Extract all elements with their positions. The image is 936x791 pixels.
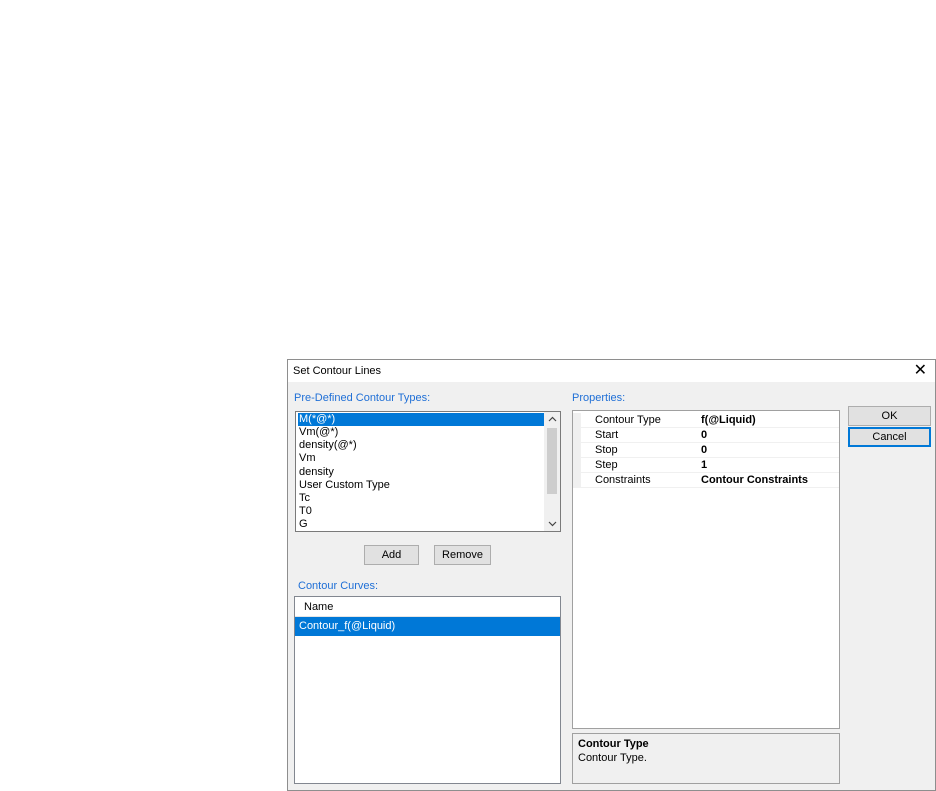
property-row-step[interactable]: Step 1 bbox=[573, 458, 839, 473]
property-name: Stop bbox=[595, 444, 618, 456]
properties-label: Properties: bbox=[572, 392, 626, 404]
property-value[interactable]: 1 bbox=[701, 458, 707, 473]
list-item[interactable]: density(@*) bbox=[298, 439, 546, 452]
property-value[interactable]: Contour Constraints bbox=[701, 473, 808, 488]
ok-button[interactable]: OK bbox=[848, 406, 931, 426]
property-value[interactable]: f(@Liquid) bbox=[701, 413, 756, 428]
remove-button[interactable]: Remove bbox=[434, 545, 491, 565]
row-gutter bbox=[573, 428, 581, 442]
property-row-stop[interactable]: Stop 0 bbox=[573, 443, 839, 458]
name-column-header[interactable]: Name bbox=[295, 597, 560, 617]
list-item[interactable]: Vm(@*) bbox=[298, 426, 546, 439]
dialog-title: Set Contour Lines bbox=[293, 365, 382, 377]
property-value[interactable]: 0 bbox=[701, 428, 707, 443]
contour-curves-list[interactable]: Name Contour_f(@Liquid) bbox=[294, 596, 561, 784]
property-name: Step bbox=[595, 459, 618, 471]
properties-grid: Contour Type f(@Liquid) Start 0 Stop 0 S… bbox=[572, 410, 840, 729]
row-gutter bbox=[573, 413, 581, 427]
row-gutter bbox=[573, 473, 581, 487]
listbox-scrollbar[interactable] bbox=[544, 412, 560, 531]
scrollbar-thumb[interactable] bbox=[547, 428, 557, 494]
property-row-contour-type[interactable]: Contour Type f(@Liquid) bbox=[573, 413, 839, 428]
predefined-types-label: Pre-Defined Contour Types: bbox=[294, 392, 431, 404]
list-item[interactable]: Vm bbox=[298, 452, 546, 465]
list-item[interactable]: G bbox=[298, 518, 546, 531]
list-item[interactable]: density bbox=[298, 466, 546, 479]
property-value[interactable]: 0 bbox=[701, 443, 707, 458]
list-item[interactable]: M(*@*) bbox=[298, 413, 546, 426]
cancel-button[interactable]: Cancel bbox=[848, 427, 931, 447]
scroll-up-icon[interactable] bbox=[544, 412, 560, 426]
contour-curves-label: Contour Curves: bbox=[298, 580, 379, 592]
row-gutter bbox=[573, 458, 581, 472]
list-item[interactable]: User Custom Type bbox=[298, 479, 546, 492]
predefined-types-listbox[interactable]: M(*@*) Vm(@*) density(@*) Vm density Use… bbox=[295, 411, 561, 532]
description-title: Contour Type bbox=[578, 738, 649, 750]
close-icon[interactable]: ✕ bbox=[914, 362, 927, 380]
table-row[interactable]: Contour_f(@Liquid) bbox=[295, 617, 560, 636]
row-gutter bbox=[573, 443, 581, 457]
property-name: Constraints bbox=[595, 474, 651, 486]
list-item[interactable]: T0 bbox=[298, 505, 546, 518]
title-bar: Set Contour Lines ✕ bbox=[288, 360, 935, 382]
scroll-down-icon[interactable] bbox=[544, 517, 560, 531]
description-text: Contour Type. bbox=[578, 752, 647, 764]
property-description-panel: Contour Type Contour Type. bbox=[572, 733, 840, 784]
property-name: Contour Type bbox=[595, 414, 661, 426]
property-row-start[interactable]: Start 0 bbox=[573, 428, 839, 443]
list-item[interactable]: Tc bbox=[298, 492, 546, 505]
property-row-constraints[interactable]: Constraints Contour Constraints bbox=[573, 473, 839, 488]
property-name: Start bbox=[595, 429, 619, 441]
add-button[interactable]: Add bbox=[364, 545, 419, 565]
set-contour-lines-dialog: Set Contour Lines ✕ Pre-Defined Contour … bbox=[287, 359, 936, 791]
